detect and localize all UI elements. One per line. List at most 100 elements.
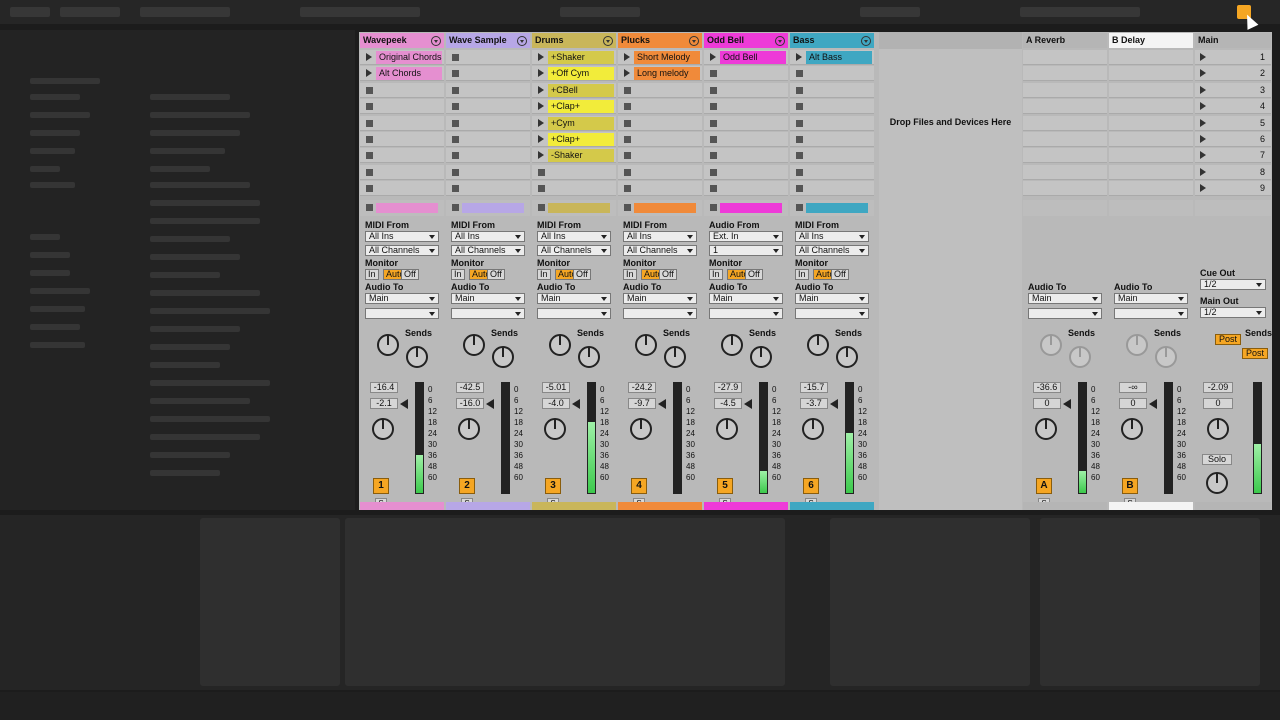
- pan-knob[interactable]: [1121, 418, 1143, 440]
- stop-button-icon[interactable]: [710, 168, 717, 176]
- send-a-knob[interactable]: [807, 334, 829, 356]
- scene-launch[interactable]: 8: [1195, 164, 1271, 180]
- monitor-off-button[interactable]: Off: [487, 269, 505, 280]
- scene-launch[interactable]: 3: [1195, 82, 1271, 98]
- audio-to-select[interactable]: Main: [451, 293, 525, 304]
- clip[interactable]: Original Chords: [376, 51, 442, 64]
- monitor-in-button[interactable]: In: [795, 269, 809, 280]
- monitor-off-button[interactable]: Off: [573, 269, 591, 280]
- clip-slot[interactable]: Odd Bell: [704, 50, 788, 65]
- track-activator-button[interactable]: 4: [631, 478, 647, 494]
- clip-slot[interactable]: [790, 148, 874, 164]
- chevron-down-icon[interactable]: [603, 36, 613, 46]
- volume-value[interactable]: -24.2: [628, 382, 656, 393]
- send-b-knob[interactable]: [664, 346, 686, 368]
- stop-button-icon[interactable]: [452, 119, 459, 127]
- stop-button-icon[interactable]: [452, 168, 459, 176]
- scene-play-icon[interactable]: [1200, 53, 1206, 61]
- clip-slot[interactable]: [790, 82, 874, 98]
- track-activator-button[interactable]: 6: [803, 478, 819, 494]
- track-activator-button[interactable]: 2: [459, 478, 475, 494]
- clip-slot[interactable]: [360, 99, 444, 115]
- stop-button-icon[interactable]: [710, 86, 717, 94]
- clip[interactable]: +CBell: [548, 83, 614, 97]
- stop-button-icon[interactable]: [452, 70, 459, 78]
- stop-button-icon[interactable]: [796, 136, 803, 143]
- stop-button-icon[interactable]: [452, 136, 459, 143]
- scene-play-icon[interactable]: [1200, 69, 1206, 78]
- clip-slot[interactable]: [790, 99, 874, 115]
- send-a-knob[interactable]: [1126, 334, 1148, 356]
- clip-slot[interactable]: [360, 115, 444, 131]
- track-activator-button[interactable]: 3: [545, 478, 561, 494]
- chevron-down-icon[interactable]: [861, 36, 871, 46]
- clip-slot[interactable]: [618, 164, 702, 180]
- audio-to-channel[interactable]: [451, 308, 525, 319]
- return-activator-button[interactable]: A: [1036, 478, 1052, 494]
- stop-all-icon[interactable]: [366, 204, 373, 211]
- pan-value[interactable]: 0: [1203, 398, 1233, 409]
- io-from-select[interactable]: All Ins: [451, 231, 525, 242]
- audio-to-channel[interactable]: [623, 308, 697, 319]
- clip-slot[interactable]: [532, 181, 616, 197]
- stop-button-icon[interactable]: [452, 103, 459, 111]
- clip-slot[interactable]: [618, 115, 702, 131]
- pan-knob[interactable]: [372, 418, 394, 440]
- scene-launch[interactable]: 7: [1195, 148, 1271, 164]
- send-a-knob[interactable]: [463, 334, 485, 356]
- play-clip-icon[interactable]: [796, 53, 802, 61]
- send-a-knob[interactable]: [635, 334, 657, 356]
- clip-slot[interactable]: [446, 50, 530, 65]
- fader-handle[interactable]: [572, 399, 580, 409]
- stop-button-icon[interactable]: [538, 185, 545, 193]
- stop-button-icon[interactable]: [538, 168, 545, 176]
- stop-button-icon[interactable]: [624, 136, 631, 143]
- clip-slot[interactable]: [790, 66, 874, 82]
- pan-knob[interactable]: [716, 418, 738, 440]
- clip-slot[interactable]: [704, 148, 788, 164]
- stop-all-icon[interactable]: [624, 204, 631, 211]
- monitor-off-button[interactable]: Off: [401, 269, 419, 280]
- clip[interactable]: +Cym: [548, 116, 614, 130]
- play-clip-icon[interactable]: [366, 69, 372, 78]
- play-clip-icon[interactable]: [624, 53, 630, 61]
- send-b-knob[interactable]: [406, 346, 428, 368]
- clip-slot[interactable]: [618, 82, 702, 98]
- clip-slot[interactable]: [360, 82, 444, 98]
- clip[interactable]: Short Melody: [634, 51, 700, 64]
- play-clip-icon[interactable]: [538, 53, 544, 61]
- io-channel-select[interactable]: All Channels: [537, 245, 611, 256]
- scene-launch[interactable]: 2: [1195, 66, 1271, 82]
- stop-all-icon[interactable]: [796, 204, 803, 211]
- pan-value[interactable]: -9.7: [628, 398, 656, 409]
- stop-all-icon[interactable]: [538, 204, 545, 211]
- post-button-a[interactable]: Post: [1215, 334, 1242, 345]
- clip-slot[interactable]: [446, 148, 530, 164]
- track-activator-button[interactable]: 5: [717, 478, 733, 494]
- scene-play-icon[interactable]: [1200, 135, 1206, 143]
- fader-handle[interactable]: [1063, 399, 1071, 409]
- stop-button-icon[interactable]: [710, 119, 717, 127]
- stop-button-icon[interactable]: [710, 103, 717, 111]
- stop-button-icon[interactable]: [452, 152, 459, 160]
- clip-slot[interactable]: +Shaker: [532, 50, 616, 65]
- clip-slot[interactable]: +Clap+: [532, 99, 616, 115]
- clip[interactable]: +Clap+: [548, 133, 614, 146]
- stop-button-icon[interactable]: [366, 168, 373, 176]
- volume-value[interactable]: -∞: [1119, 382, 1147, 393]
- clip-slot[interactable]: [446, 132, 530, 147]
- monitor-off-button[interactable]: Off: [659, 269, 677, 280]
- stop-button-icon[interactable]: [366, 136, 373, 143]
- chevron-down-icon[interactable]: [517, 36, 527, 46]
- clip-slot[interactable]: [704, 82, 788, 98]
- stop-button-icon[interactable]: [710, 152, 717, 160]
- clip-slot[interactable]: [790, 181, 874, 197]
- fader-handle[interactable]: [658, 399, 666, 409]
- volume-value[interactable]: -42.5: [456, 382, 484, 393]
- audio-to-select[interactable]: Main: [1028, 293, 1102, 304]
- pan-knob[interactable]: [458, 418, 480, 440]
- clip-slot[interactable]: [446, 82, 530, 98]
- clip[interactable]: Odd Bell: [720, 51, 786, 64]
- chevron-down-icon[interactable]: [689, 36, 699, 46]
- audio-to-select[interactable]: Main: [1114, 293, 1188, 304]
